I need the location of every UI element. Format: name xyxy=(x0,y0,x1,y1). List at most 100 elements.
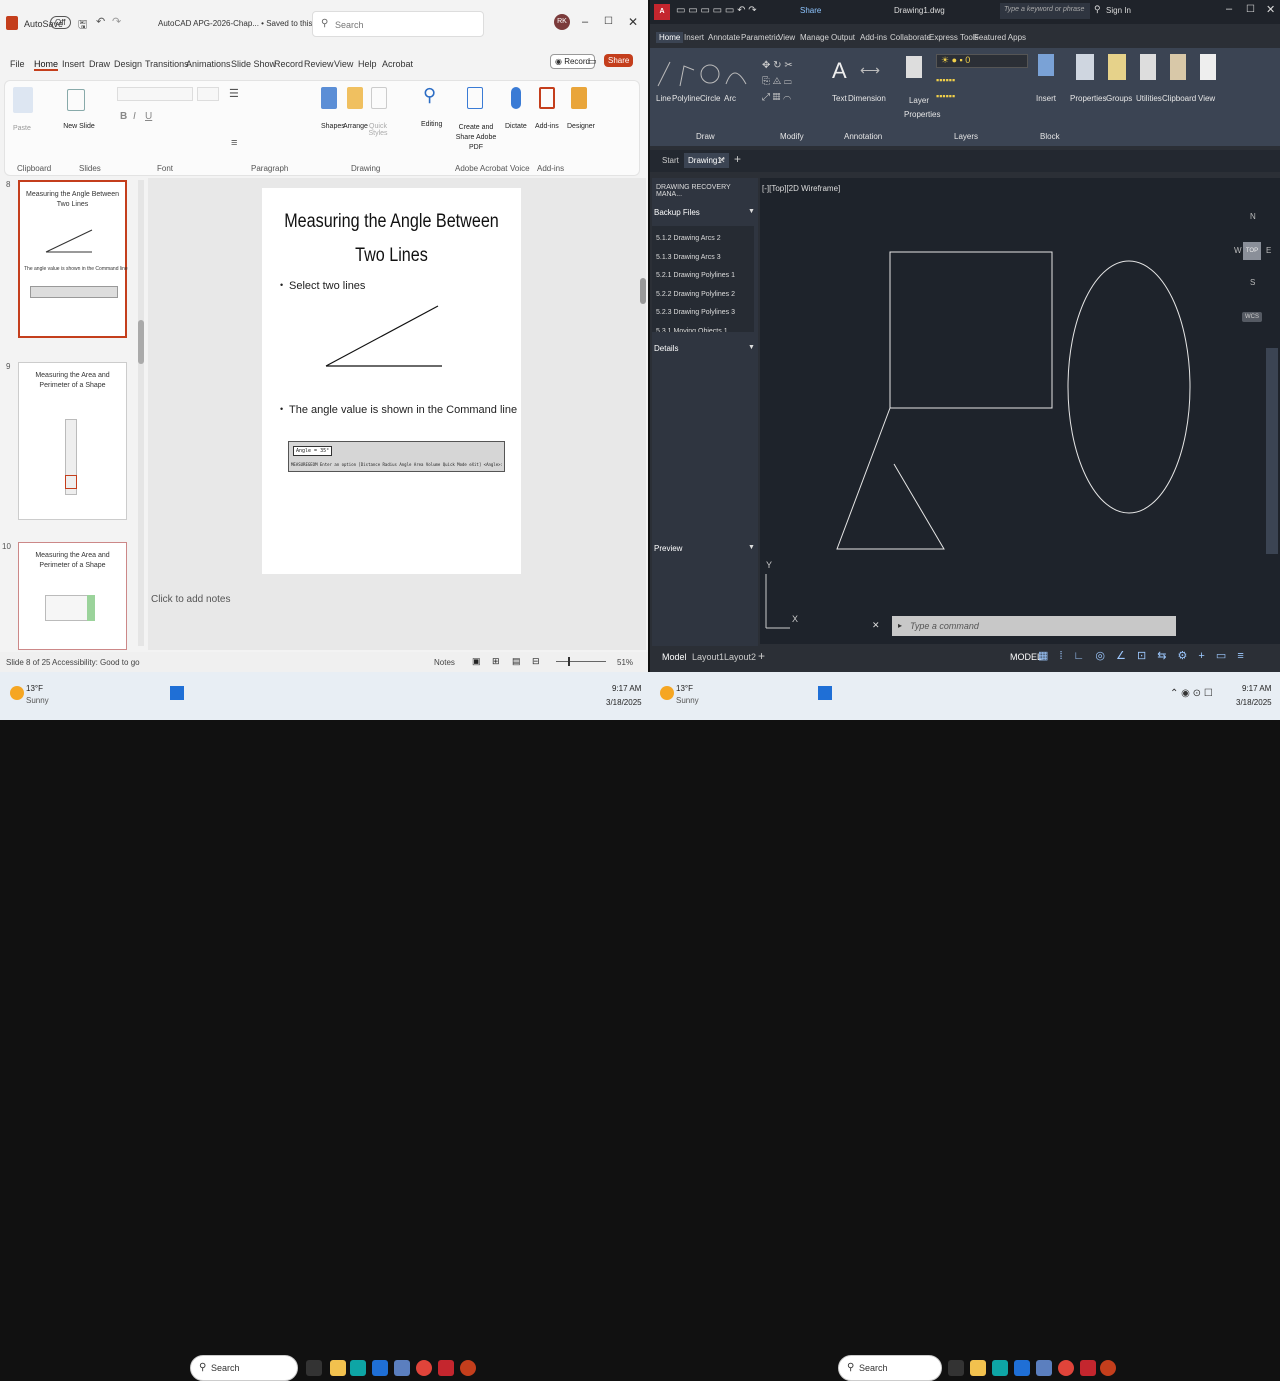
zoom-level[interactable]: 51% xyxy=(617,658,633,667)
backup-files-list[interactable]: 5.1.2 Drawing Arcs 2 5.1.3 Drawing Arcs … xyxy=(652,226,754,332)
tab-parametric[interactable]: Parametric xyxy=(741,33,780,42)
tab-addins[interactable]: Add-ins xyxy=(860,33,887,42)
zoom-slider[interactable] xyxy=(556,657,606,666)
command-line[interactable]: ▸ Type a command xyxy=(892,616,1176,636)
panel-block[interactable]: Block xyxy=(1040,132,1060,141)
backup-file-item[interactable]: 5.3.1 Moving Objects 1 xyxy=(656,323,735,333)
autocad-taskbar-icon[interactable] xyxy=(1080,1360,1096,1376)
circle-tool[interactable]: Circle xyxy=(700,94,720,103)
tab-home[interactable]: Home xyxy=(34,59,59,71)
minimize-icon[interactable]: – xyxy=(582,16,588,28)
weather-sun-icon[interactable] xyxy=(660,686,674,700)
avatar[interactable]: RK xyxy=(554,14,570,30)
settings-icon[interactable] xyxy=(394,1360,410,1376)
ppt-search-box[interactable]: ⚲ Search xyxy=(312,11,484,37)
close-tab-icon[interactable]: ✕ xyxy=(718,155,726,166)
task-view-icon[interactable] xyxy=(306,1360,322,1376)
notes-placeholder[interactable]: Click to add notes xyxy=(151,594,231,605)
edge-icon[interactable] xyxy=(992,1360,1008,1376)
layout-tab-layout1[interactable]: Layout1 xyxy=(692,652,724,662)
tab-review[interactable]: Review xyxy=(304,59,334,69)
dimension-icon[interactable]: ⟷ xyxy=(860,62,880,79)
tab-manage[interactable]: Manage xyxy=(800,33,829,42)
tab-design[interactable]: Design xyxy=(114,59,142,69)
thumbs-scroll-thumb[interactable] xyxy=(138,320,144,364)
addins-icon[interactable] xyxy=(539,87,555,109)
command-input[interactable]: Type a command xyxy=(910,621,979,631)
panel-draw[interactable]: Draw xyxy=(696,132,715,141)
share-link[interactable]: Share xyxy=(800,6,821,15)
layout-tab-layout2[interactable]: Layout2 xyxy=(724,652,756,662)
thumbnail-slide-10[interactable]: Measuring the Area and Perimeter of a Sh… xyxy=(18,542,127,650)
quick-access-icons[interactable]: ▭ ▭ ▭ ▭ ▭ ↶ ↷ xyxy=(676,5,757,16)
italic-icon[interactable]: I xyxy=(133,111,136,122)
clock-time[interactable]: 9:17 AM xyxy=(612,684,641,693)
viewcube-top-face[interactable]: TOP xyxy=(1243,242,1261,260)
slideshow-icon[interactable]: ⊟ xyxy=(532,656,540,667)
clock-time[interactable]: 9:17 AM xyxy=(1242,684,1271,693)
slide-bullet-1[interactable]: Select two lines xyxy=(289,280,365,292)
panel-modify[interactable]: Modify xyxy=(780,132,804,141)
align-left-icon[interactable]: ≡ xyxy=(231,137,237,149)
groups-icon[interactable] xyxy=(1108,54,1126,80)
thumbnail-slide-9[interactable]: Measuring the Area and Perimeter of a Sh… xyxy=(18,362,127,520)
store-icon[interactable] xyxy=(1014,1360,1030,1376)
polyline-tool[interactable]: Polyline xyxy=(672,94,700,103)
backup-file-item[interactable]: 5.1.2 Drawing Arcs 2 xyxy=(656,230,735,249)
taskbar-search[interactable]: ⚲ Search xyxy=(190,1355,298,1381)
navigation-bar[interactable] xyxy=(1266,348,1278,554)
layer-properties-tool[interactable]: Layer Properties xyxy=(904,94,940,122)
minimize-icon[interactable]: – xyxy=(1226,3,1232,15)
view-icon[interactable] xyxy=(1200,54,1216,80)
panel-layers[interactable]: Layers xyxy=(954,132,978,141)
tab-file[interactable]: File xyxy=(10,59,25,69)
arc-tool[interactable]: Arc xyxy=(724,94,736,103)
chrome-icon[interactable] xyxy=(416,1360,432,1376)
thumbs-scrollbar[interactable] xyxy=(138,180,144,646)
tab-animations[interactable]: Animations xyxy=(186,59,231,69)
groups-tool[interactable]: Groups xyxy=(1106,94,1132,103)
sign-in-link[interactable]: Sign In xyxy=(1106,6,1131,15)
designer-icon[interactable] xyxy=(571,87,587,109)
text-tool[interactable]: Text xyxy=(832,94,847,103)
drawing-viewport[interactable]: [-][Top][2D Wireframe] Y X N W TOP E S W… xyxy=(760,178,1280,644)
backup-file-item[interactable]: 5.1.3 Drawing Arcs 3 xyxy=(656,249,735,268)
bold-icon[interactable]: B xyxy=(120,111,127,122)
comments-icon[interactable]: ▭ xyxy=(588,56,597,67)
backup-file-item[interactable]: 5.2.3 Drawing Polylines 3 xyxy=(656,304,735,323)
slide-thumbnails-pane[interactable]: 8 Measuring the Angle Between Two Lines … xyxy=(0,178,146,650)
shapes-icon[interactable] xyxy=(321,87,337,109)
windows-start-icon[interactable] xyxy=(818,686,832,700)
new-tab-icon[interactable]: + xyxy=(734,152,741,166)
backup-files-header[interactable]: Backup Files xyxy=(654,208,700,217)
chevron-down-icon[interactable]: ▼ xyxy=(748,544,755,551)
acad-search-box[interactable]: Type a keyword or phrase xyxy=(1000,3,1090,19)
panel-annotation[interactable]: Annotation xyxy=(844,132,882,141)
autosave-toggle[interactable]: Off xyxy=(50,16,71,29)
line-tool[interactable]: Line xyxy=(656,94,671,103)
properties-tool[interactable]: Properties xyxy=(1070,94,1106,103)
undo-icon[interactable]: ↶ xyxy=(96,15,105,28)
details-header[interactable]: Details xyxy=(654,344,678,353)
add-layout-icon[interactable]: + xyxy=(758,649,765,663)
tab-annotate[interactable]: Annotate xyxy=(708,33,740,42)
file-explorer-icon[interactable] xyxy=(330,1360,346,1376)
zoom-slider-handle[interactable] xyxy=(568,657,570,666)
file-explorer-icon[interactable] xyxy=(970,1360,986,1376)
file-tab-start[interactable]: Start xyxy=(662,156,679,165)
tab-help[interactable]: Help xyxy=(358,59,377,69)
clipboard-icon[interactable] xyxy=(1170,54,1186,80)
share-button[interactable]: Share xyxy=(604,54,634,67)
modify-tool-icons[interactable]: ✥ ↻ ✂ ⎘ ◬ ▭ ⤢ ▦ ⌒ xyxy=(762,58,793,106)
tab-transitions[interactable]: Transitions xyxy=(145,59,189,69)
accessibility-status[interactable]: Accessibility: Good to go xyxy=(52,658,140,667)
paste-icon[interactable] xyxy=(13,87,33,113)
slide-title[interactable]: Measuring the Angle Between Two Lines xyxy=(281,205,501,273)
taskbar-search[interactable]: ⚲ Search xyxy=(838,1355,942,1381)
store-icon[interactable] xyxy=(372,1360,388,1376)
clock-date[interactable]: 3/18/2025 xyxy=(606,698,642,707)
new-slide-icon[interactable] xyxy=(67,89,85,111)
font-size-dropdown[interactable] xyxy=(197,87,219,101)
layer-tool-icons[interactable]: ▪▪▪▪▪▪ ▪▪▪▪▪▪ xyxy=(936,72,955,104)
tab-slide-show[interactable]: Slide Show xyxy=(231,59,276,69)
